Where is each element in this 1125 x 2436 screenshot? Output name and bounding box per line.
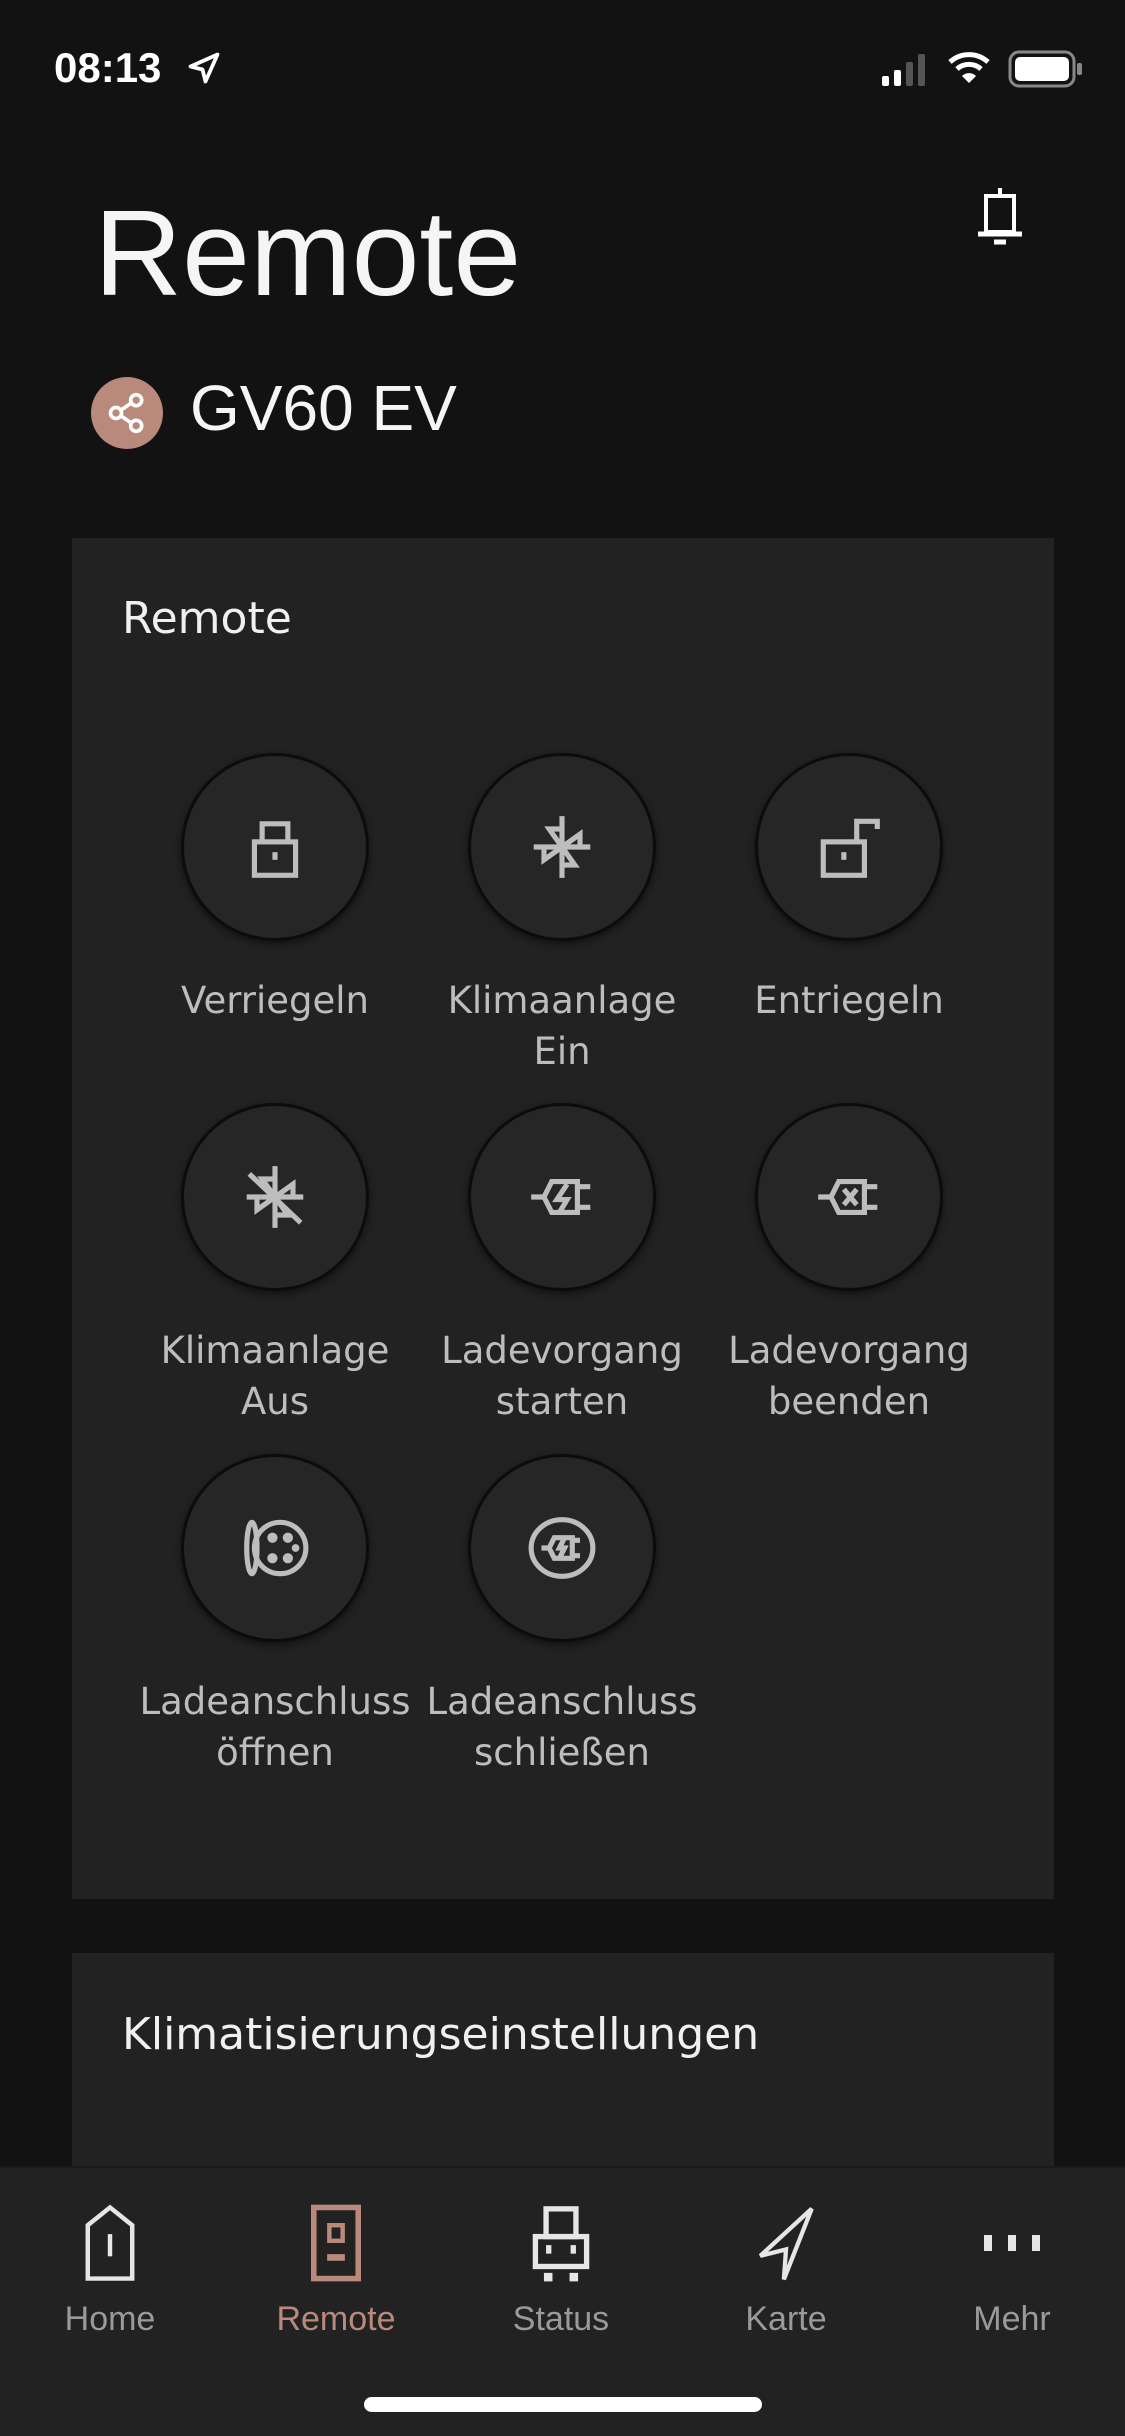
remote-button-label: Ladeanschluss schließen <box>426 1680 698 1774</box>
remote-button-label: Ladeanschluss öffnen <box>139 1680 411 1774</box>
remote-button-label: Verriegeln <box>181 979 369 1022</box>
tab-remote[interactable]: Remote <box>236 2198 436 2339</box>
home-icon <box>85 2204 135 2281</box>
charge-port-open-icon <box>244 1519 309 1577</box>
remote-button-charge-port-open[interactable] <box>181 1454 369 1642</box>
remote-button-fan[interactable] <box>468 753 656 941</box>
charge-port-close-icon <box>528 1517 596 1579</box>
vehicle-name: GV60 EV <box>190 372 457 444</box>
unlock-icon <box>820 818 880 878</box>
remote-button-label: Entriegeln <box>754 979 944 1022</box>
navigation-arrow-icon <box>758 2207 814 2281</box>
wifi-icon <box>948 52 990 83</box>
car-status-icon <box>532 2206 590 2282</box>
charge-stop-icon <box>818 1179 878 1215</box>
remote-button-fan-off[interactable] <box>181 1103 369 1291</box>
remote-button-label: Klimaanlage Ein <box>447 979 677 1073</box>
lock-icon <box>251 821 299 878</box>
share-icon <box>108 392 144 434</box>
remote-button-charge-stop[interactable] <box>755 1103 943 1291</box>
charge-start-icon <box>531 1179 591 1215</box>
climate-settings-card[interactable]: Klimatisierungseinstellungen <box>72 1953 1054 2183</box>
tab-mehr[interactable]: Mehr <box>912 2198 1112 2339</box>
tab-home[interactable]: Home <box>10 2198 210 2339</box>
tab-status[interactable]: Status <box>461 2198 661 2339</box>
phone-stand-icon[interactable] <box>970 188 1030 248</box>
share-button[interactable] <box>91 377 163 449</box>
location-arrow-icon <box>188 52 220 84</box>
remote-icon <box>311 2204 361 2282</box>
climate-settings-title: Klimatisierungseinstellungen <box>122 2009 760 2060</box>
fan-icon <box>533 816 591 878</box>
remote-button-charge-port-close[interactable] <box>468 1454 656 1642</box>
more-dots-icon <box>984 2235 1040 2251</box>
signal-icon <box>882 54 925 86</box>
remote-card-title: Remote <box>122 593 292 644</box>
remote-button-unlock[interactable] <box>755 753 943 941</box>
remote-button-label: Ladevorgang beenden <box>728 1329 970 1423</box>
remote-button-charge-start[interactable] <box>468 1103 656 1291</box>
remote-button-lock[interactable] <box>181 753 369 941</box>
remote-button-label: Klimaanlage Aus <box>160 1329 390 1423</box>
page-title: Remote <box>94 185 522 321</box>
tab-bar: Home Remote Status Karte Mehr <box>0 2166 1125 2436</box>
tab-karte[interactable]: Karte <box>686 2198 886 2339</box>
battery-icon <box>1008 50 1082 88</box>
fan-off-icon <box>246 1166 304 1228</box>
remote-button-label: Ladevorgang starten <box>441 1329 683 1423</box>
home-indicator <box>364 2397 762 2412</box>
status-time: 08:13 <box>54 44 162 91</box>
